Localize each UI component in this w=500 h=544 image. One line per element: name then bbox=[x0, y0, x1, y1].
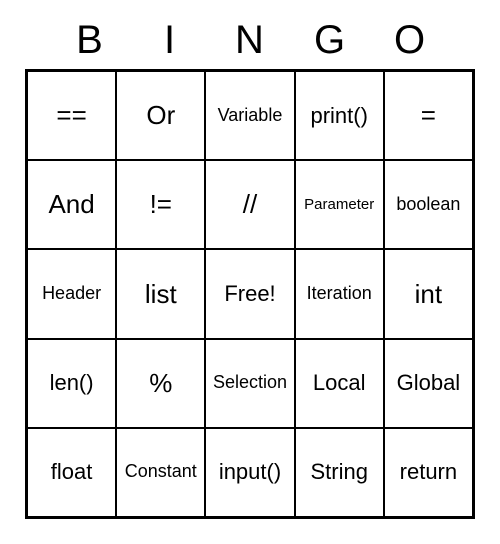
bingo-cell-2-2[interactable]: Free! bbox=[205, 249, 294, 338]
bingo-cell-3-0[interactable]: len() bbox=[27, 339, 116, 428]
bingo-cell-1-1[interactable]: != bbox=[116, 160, 205, 249]
bingo-grid: ==OrVariableprint()= And!=//Parameterbool… bbox=[25, 69, 475, 519]
bingo-cell-0-2[interactable]: Variable bbox=[205, 71, 294, 160]
bingo-cell-4-1[interactable]: Constant bbox=[116, 428, 205, 517]
header-letter-o: O bbox=[370, 18, 450, 63]
bingo-cell-1-3[interactable]: Parameter bbox=[295, 160, 384, 249]
header-letter-b: B bbox=[50, 18, 130, 63]
header-letter-n: N bbox=[210, 18, 290, 63]
bingo-cell-4-0[interactable]: float bbox=[27, 428, 116, 517]
bingo-cell-3-4[interactable]: Global bbox=[384, 339, 473, 428]
bingo-cell-0-1[interactable]: Or bbox=[116, 71, 205, 160]
bingo-cell-0-3[interactable]: print() bbox=[295, 71, 384, 160]
bingo-cell-0-4[interactable]: = bbox=[384, 71, 473, 160]
bingo-cell-4-2[interactable]: input() bbox=[205, 428, 294, 517]
bingo-cell-3-1[interactable]: % bbox=[116, 339, 205, 428]
bingo-cell-2-0[interactable]: Header bbox=[27, 249, 116, 338]
bingo-cell-0-0[interactable]: == bbox=[27, 71, 116, 160]
bingo-header-row: B I N G O bbox=[25, 18, 475, 69]
bingo-cell-1-0[interactable]: And bbox=[27, 160, 116, 249]
bingo-cell-1-2[interactable]: // bbox=[205, 160, 294, 249]
bingo-card: B I N G O ==OrVariableprint()= And!=//Par… bbox=[25, 18, 475, 519]
bingo-cell-3-2[interactable]: Selection bbox=[205, 339, 294, 428]
bingo-cell-2-4[interactable]: int bbox=[384, 249, 473, 338]
bingo-cell-3-3[interactable]: Local bbox=[295, 339, 384, 428]
header-letter-i: I bbox=[130, 18, 210, 63]
bingo-cell-1-4[interactable]: boolean bbox=[384, 160, 473, 249]
header-letter-g: G bbox=[290, 18, 370, 63]
bingo-cell-4-3[interactable]: String bbox=[295, 428, 384, 517]
bingo-cell-2-3[interactable]: Iteration bbox=[295, 249, 384, 338]
bingo-cell-2-1[interactable]: list bbox=[116, 249, 205, 338]
bingo-cell-4-4[interactable]: return bbox=[384, 428, 473, 517]
